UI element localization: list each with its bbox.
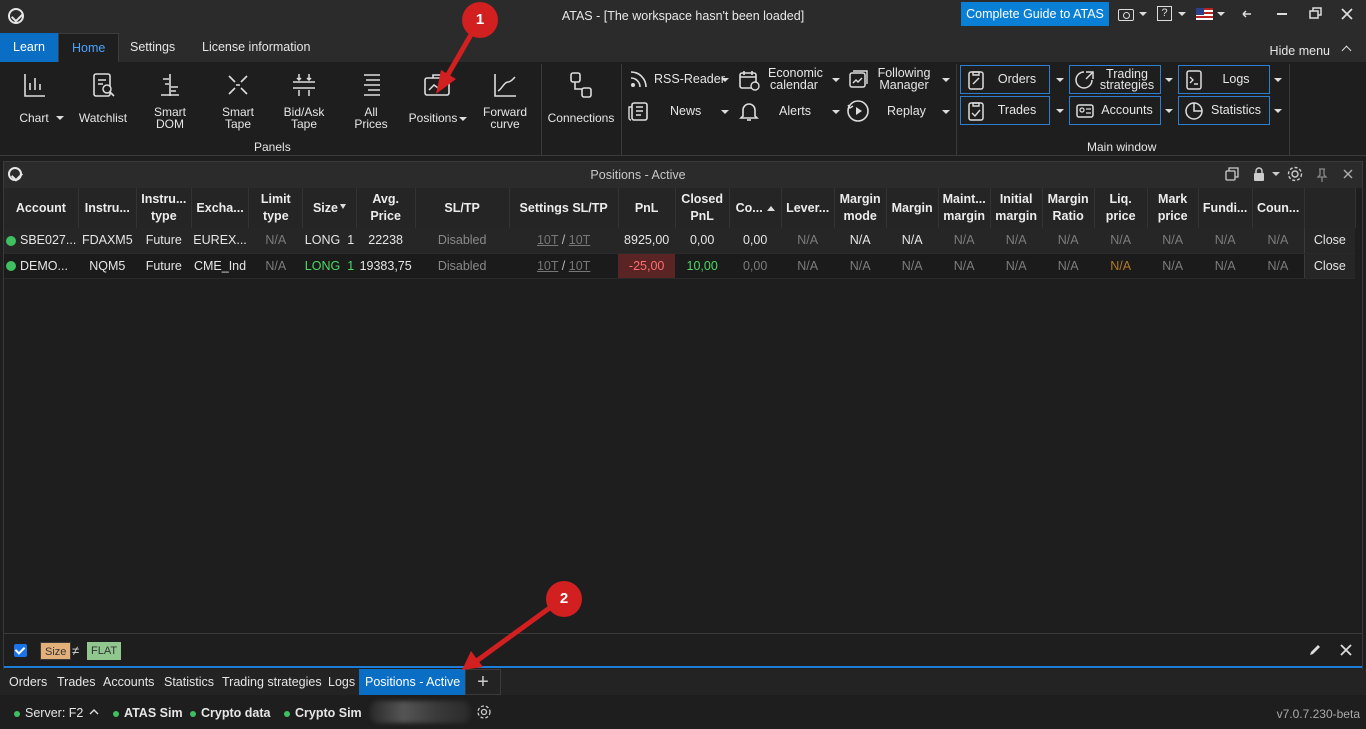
annotation-marker-2: 2	[546, 581, 582, 617]
annotation-arrows	[436, 23, 558, 670]
annotation-marker-1: 1	[462, 2, 498, 38]
